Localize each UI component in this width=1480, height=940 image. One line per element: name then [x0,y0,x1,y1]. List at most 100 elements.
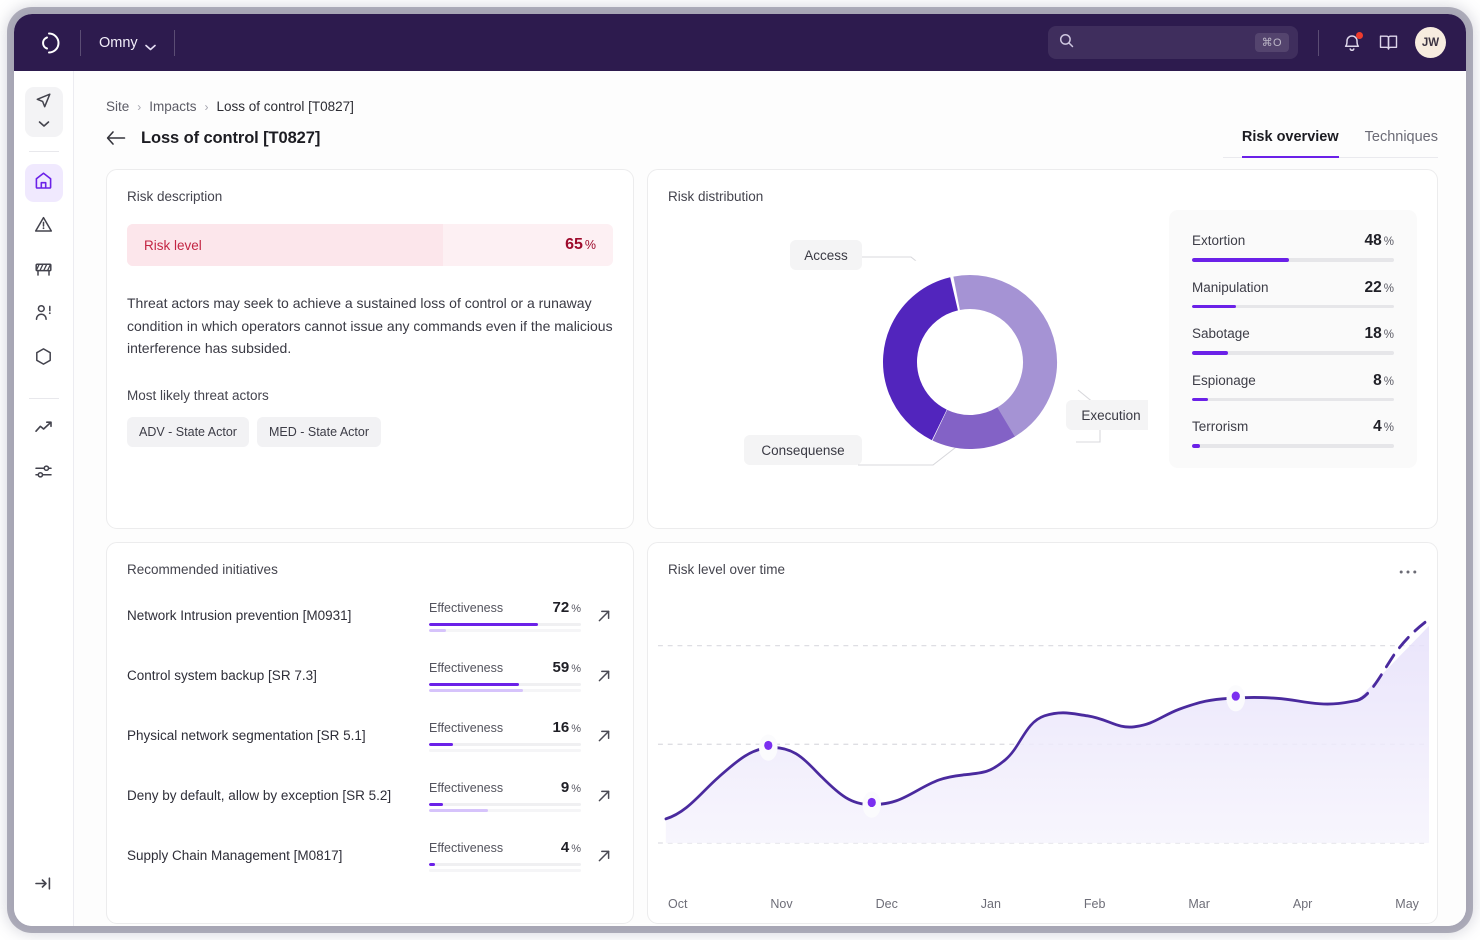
legend-value: 22% [1364,278,1394,296]
top-bar: Omny ⌘O JW [14,14,1466,71]
chevron-down-icon [38,115,50,133]
list-item[interactable]: Deny by default, allow by exception [SR … [127,765,613,825]
meter-track-secondary [429,629,581,632]
risk-description-card: Risk description Risk level 65% Threat a… [106,169,634,529]
arrow-left-icon[interactable] [106,127,128,149]
legend-fill [1192,444,1201,448]
initiative-name: Physical network segmentation [SR 5.1] [127,728,366,743]
meter-value: 4% [560,839,581,856]
donut-label-access: Access [790,240,862,270]
list-item[interactable]: Physical network segmentation [SR 5.1] E… [127,705,613,765]
sidebar-item-settings[interactable] [25,455,63,493]
tab-techniques[interactable]: Techniques [1365,129,1438,158]
meter-value: 16% [552,719,581,736]
meter-track-secondary [429,809,581,812]
meter-track-secondary [429,869,581,872]
page-header: Loss of control [T0827] Risk overview Te… [106,127,1438,158]
arrow-up-right-icon[interactable] [595,847,613,865]
legend-row: Manipulation 22% [1192,278,1394,308]
legend-label: Manipulation [1192,279,1269,295]
meter-fill [429,743,454,746]
legend-track [1192,351,1394,355]
divider [80,29,81,56]
sidebar-item-alerts[interactable] [25,208,63,246]
meter-track [429,863,581,866]
meter-label: Effectiveness [429,661,504,675]
risk-distribution-card: Risk distribution Access Execution Conse… [647,169,1438,529]
sidebar-item-trends[interactable] [25,411,63,449]
meter-fill [429,623,539,626]
breadcrumb-separator: › [137,99,142,114]
x-axis-labels: Oct Nov Dec Jan Feb Mar Apr May [658,897,1429,911]
meter-fill-secondary [429,809,489,812]
card-title: Risk description [127,189,223,204]
meter-fill [429,683,519,686]
arrow-up-right-icon[interactable] [595,607,613,625]
more-horizontal-icon[interactable] [1399,562,1417,580]
card-title: Recommended initiatives [127,562,278,577]
avatar[interactable]: JW [1415,27,1446,58]
list-item[interactable]: Control system backup [SR 7.3] Effective… [127,645,613,705]
trending-up-icon [34,418,53,442]
risk-level-label: Risk level [144,237,202,253]
sidebar-item-assets[interactable] [25,340,63,378]
legend-label: Terrorism [1192,419,1249,434]
divider [1318,29,1319,56]
sidebar-item-actors[interactable] [25,296,63,334]
effectiveness-meter: Effectiveness 59% [429,659,581,692]
sidebar-nav-switcher[interactable] [24,87,63,137]
sidebar [14,71,74,926]
svg-text:Access: Access [804,248,848,263]
divider [28,151,59,152]
book-icon[interactable] [1373,28,1403,58]
bell-icon[interactable] [1337,28,1367,58]
breadcrumb-item-0[interactable]: Site [106,99,129,114]
threat-actors-title: Most likely threat actors [127,388,269,404]
arrow-up-right-icon[interactable] [595,727,613,745]
search-input[interactable]: ⌘O [1048,26,1298,59]
sidebar-item-home[interactable] [24,164,63,202]
risk-level-bar: Risk level 65% [127,224,613,266]
org-switcher[interactable]: Omny [99,35,156,51]
meter-track-secondary [429,749,581,752]
threat-actor-chip[interactable]: MED - State Actor [256,417,381,448]
alert-triangle-icon [34,215,53,239]
meter-label: Effectiveness [429,781,504,795]
risk-level-remainder: 65% [443,224,613,266]
legend-fill [1192,304,1237,308]
meter-label: Effectiveness [429,721,504,735]
threat-actor-chip[interactable]: ADV - State Actor [127,417,249,448]
initiative-name: Control system backup [SR 7.3] [127,668,317,683]
notification-badge [1356,31,1363,39]
expand-sidebar-icon[interactable] [25,864,63,902]
arrow-up-right-icon[interactable] [595,787,613,805]
breadcrumb-item-1[interactable]: Impacts [149,99,196,114]
legend-value: 48% [1364,232,1394,249]
meter-track [429,803,581,806]
legend-track [1192,444,1394,448]
divider [173,29,175,56]
line-chart [658,593,1431,911]
list-item[interactable]: Network Intrusion prevention [M0931] Eff… [127,585,613,645]
list-item[interactable]: Supply Chain Management [M0817] Effectiv… [127,825,613,885]
legend-label: Sabotage [1192,326,1250,341]
legend-track [1192,258,1394,262]
omny-logo-icon[interactable] [36,30,62,56]
risk-distribution-legend: Extortion 48% Manipulation 22% Sabotage 18%… [1169,210,1417,468]
meter-track [429,743,581,746]
tab-risk-overview[interactable]: Risk overview [1241,129,1339,158]
risk-level-fill: Risk level [127,224,443,266]
chevron-down-icon [144,39,156,51]
sidebar-item-barriers[interactable] [25,252,63,290]
legend-row: Extortion 48% [1192,232,1394,262]
breadcrumb: Site › Impacts › Loss of control [T0827] [106,99,1438,114]
meter-fill-secondary [429,689,524,692]
legend-fill [1192,351,1229,355]
meter-value: 72% [552,599,581,616]
legend-fill [1192,397,1209,401]
search-icon [1059,33,1074,53]
divider [28,398,59,399]
arrow-up-right-icon[interactable] [595,667,613,685]
meter-label: Effectiveness [429,601,504,615]
recommended-initiatives-card: Recommended initiatives Network Intrusio… [106,542,634,924]
